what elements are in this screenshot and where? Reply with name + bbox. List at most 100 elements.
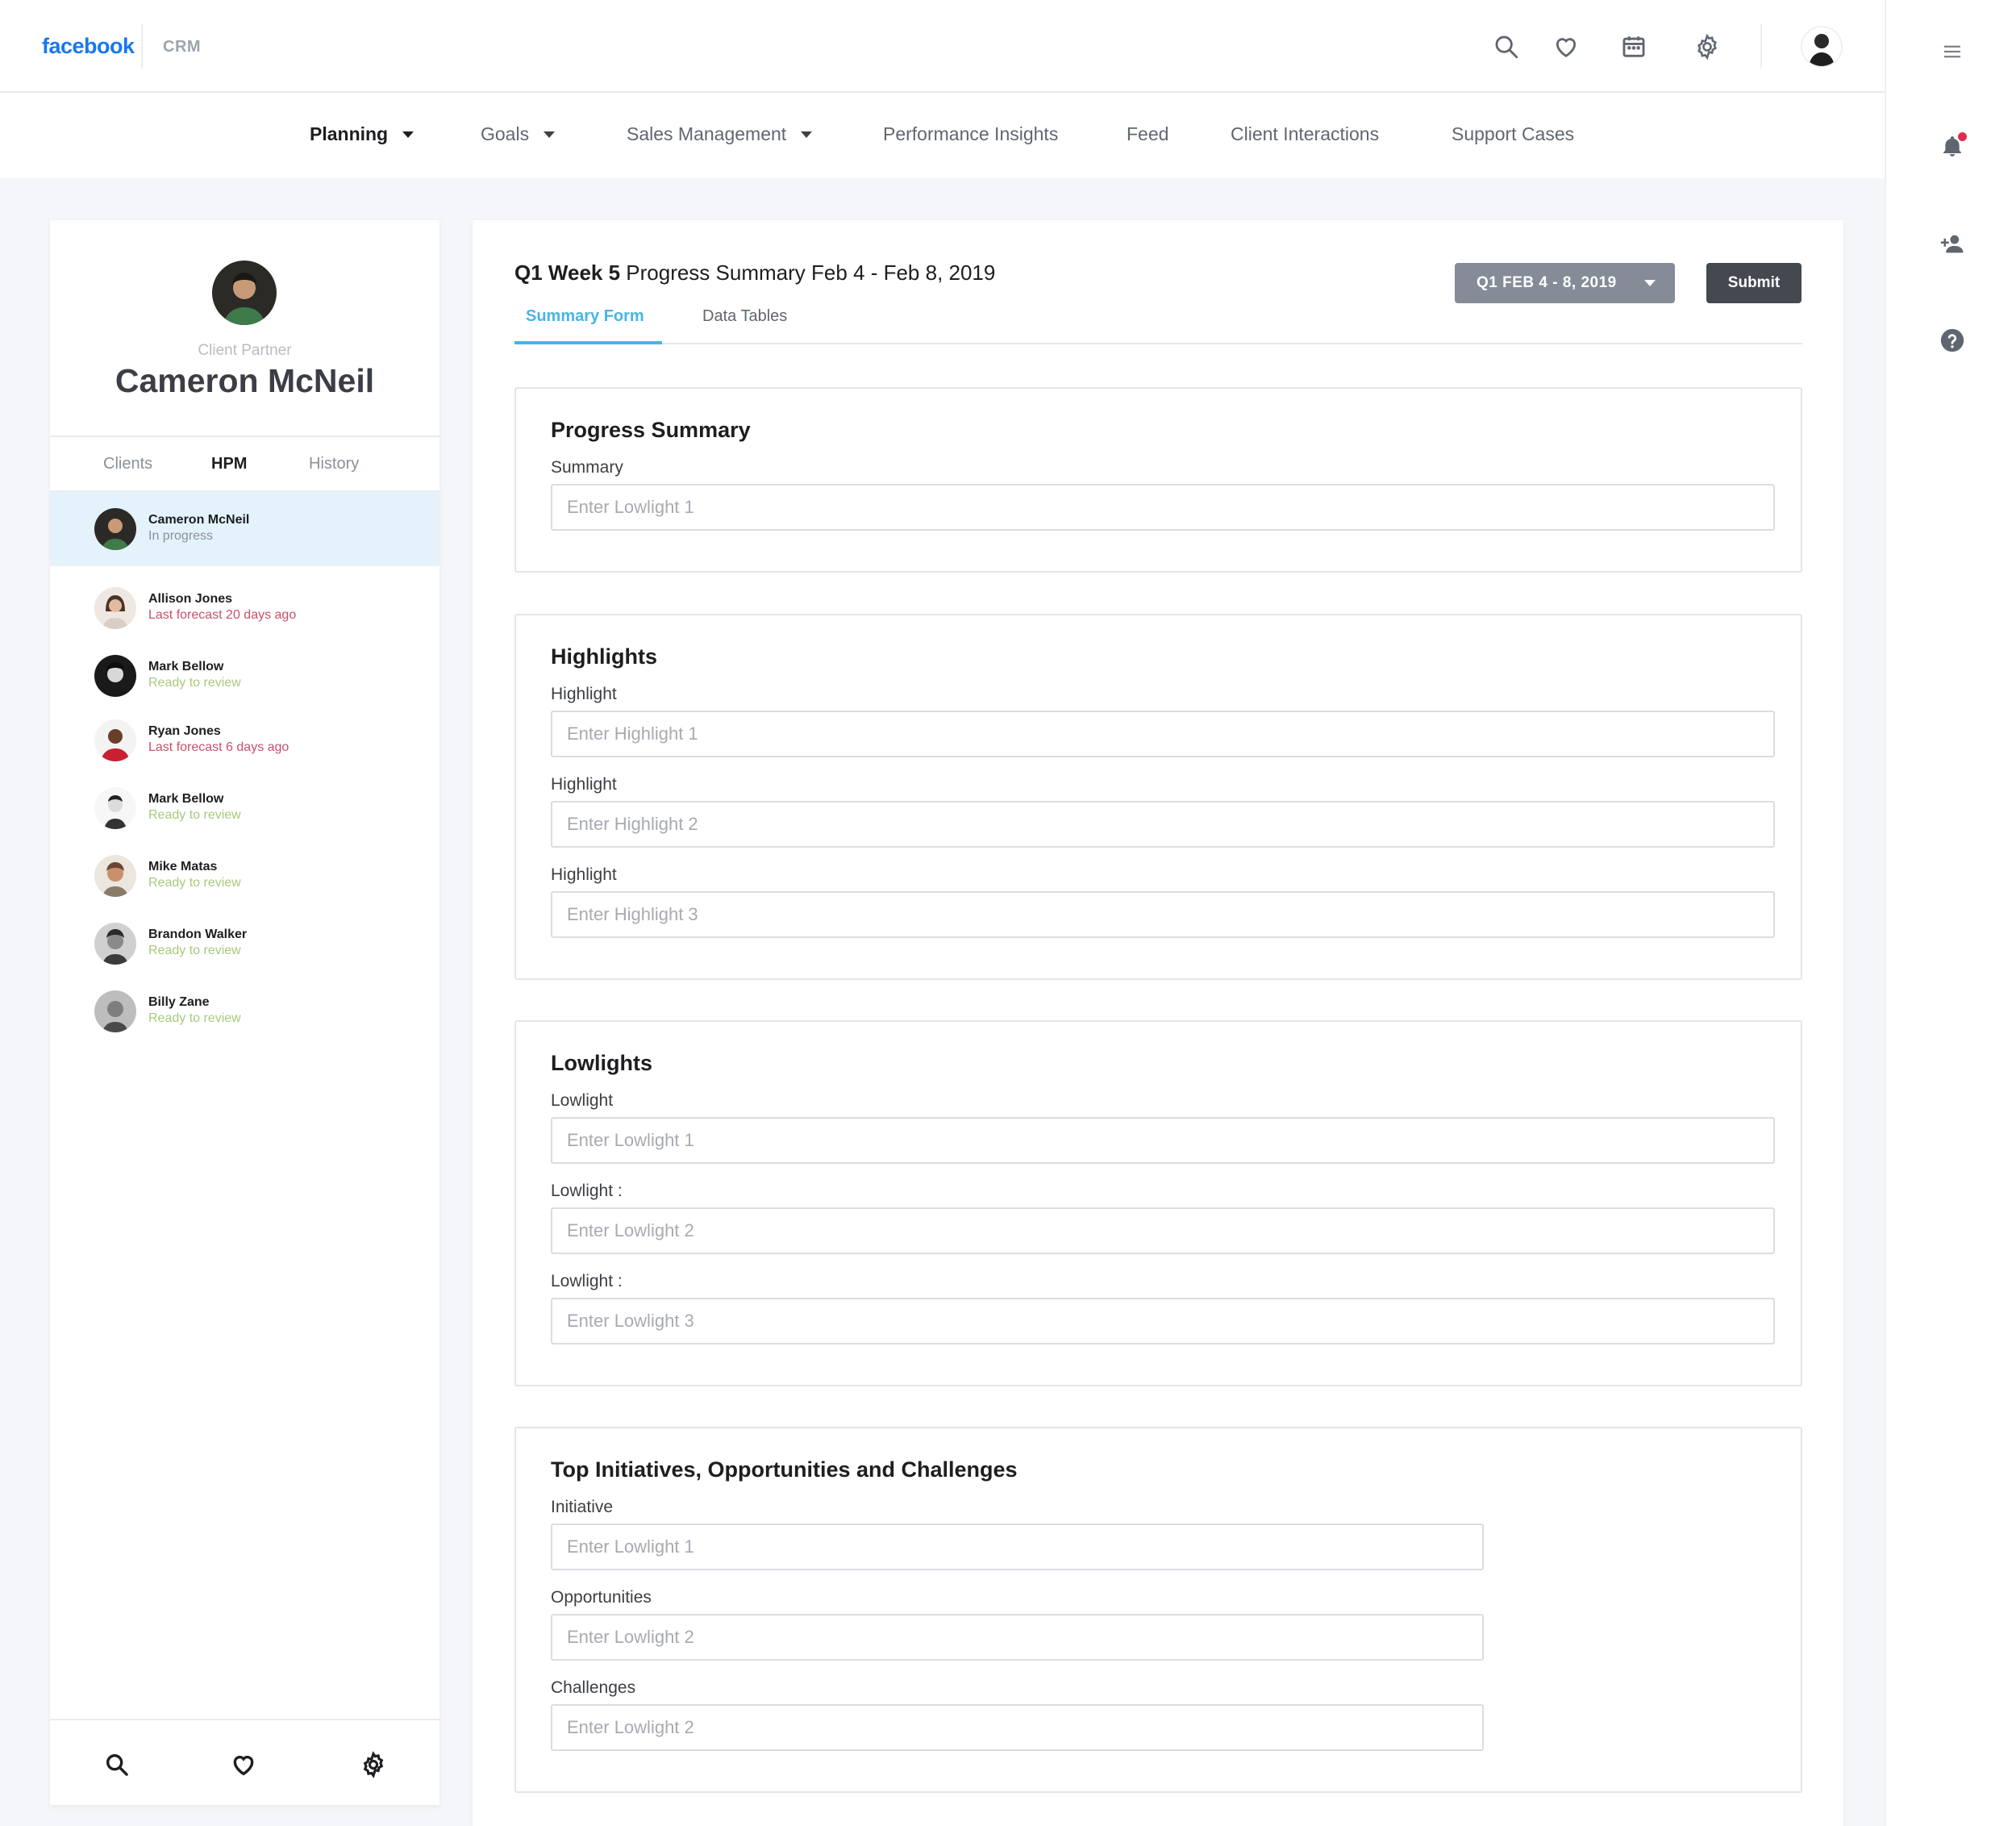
avatar xyxy=(94,855,136,897)
tab-clients[interactable]: Clients xyxy=(103,455,152,473)
header-divider xyxy=(141,24,143,69)
profile-name: Cameron McNeil xyxy=(115,362,375,399)
chevron-down-icon xyxy=(402,131,414,138)
heart-icon[interactable] xyxy=(1550,31,1582,63)
calendar-icon[interactable] xyxy=(1618,31,1650,63)
search-icon[interactable] xyxy=(101,1749,133,1781)
title-week: Q1 Week 5 xyxy=(514,261,621,285)
avatar xyxy=(94,508,136,550)
challenges-input[interactable] xyxy=(551,1704,1484,1751)
person-name: Mark Bellow xyxy=(148,660,224,673)
person-list-item[interactable]: Brandon Walker Ready to review xyxy=(50,907,439,981)
highlight-3-input[interactable] xyxy=(551,891,1775,938)
header-divider xyxy=(1760,24,1762,69)
field-label: Lowlight : xyxy=(551,1182,623,1200)
person-status: Last forecast 6 days ago xyxy=(148,740,289,754)
person-name: Billy Zane xyxy=(148,995,210,1009)
tab-history[interactable]: History xyxy=(309,455,359,473)
person-status: Ready to review xyxy=(148,876,241,890)
nav-sales-management[interactable]: Sales Management xyxy=(627,123,813,145)
lowlight-2-input[interactable] xyxy=(551,1207,1775,1254)
tabs-divider xyxy=(514,343,1802,344)
person-list-item[interactable]: Cameron McNeil In progress xyxy=(50,492,439,566)
nav-client-interactions[interactable]: Client Interactions xyxy=(1231,123,1379,145)
bell-icon[interactable] xyxy=(1935,129,1970,165)
person-list-item[interactable]: Ryan Jones Last forecast 6 days ago xyxy=(50,703,439,778)
tab-summary-form[interactable]: Summary Form xyxy=(526,307,644,326)
help-icon[interactable] xyxy=(1935,323,1970,358)
title-range: Progress Summary Feb 4 - Feb 8, 2019 xyxy=(620,261,996,285)
divider xyxy=(50,1719,439,1720)
avatar xyxy=(94,923,136,965)
chevron-down-icon xyxy=(801,131,813,138)
submit-button[interactable]: Submit xyxy=(1706,263,1801,303)
section-title: Progress Summary xyxy=(551,418,751,442)
chevron-down-icon xyxy=(1644,280,1656,286)
lowlight-3-input[interactable] xyxy=(551,1298,1775,1344)
notification-dot xyxy=(1958,132,1967,141)
tab-data-tables[interactable]: Data Tables xyxy=(702,307,787,326)
nav-feed[interactable]: Feed xyxy=(1127,123,1168,145)
initiatives-section: Top Initiatives, Opportunities and Chall… xyxy=(514,1427,1802,1793)
person-status: Last forecast 20 days ago xyxy=(148,608,297,622)
nav-planning[interactable]: Planning xyxy=(310,123,414,145)
main-nav: Planning Goals Sales Management Performa… xyxy=(0,93,1885,178)
person-name: Brandon Walker xyxy=(148,928,248,941)
field-label: Initiative xyxy=(551,1498,614,1516)
top-header: facebook CRM xyxy=(0,0,1885,93)
avatar xyxy=(94,990,136,1032)
highlight-2-input[interactable] xyxy=(551,801,1775,848)
search-icon[interactable] xyxy=(1490,31,1522,63)
highlight-1-input[interactable] xyxy=(551,711,1775,757)
menu-icon[interactable] xyxy=(1935,34,1970,69)
field-label: Lowlight : xyxy=(551,1272,623,1290)
person-name: Allison Jones xyxy=(148,592,233,606)
chevron-down-icon xyxy=(544,131,556,138)
person-list-item[interactable]: Mark Bellow Ready to review xyxy=(50,639,439,713)
opportunities-input[interactable] xyxy=(551,1614,1484,1661)
nav-label: Goals xyxy=(481,123,530,144)
section-title: Top Initiatives, Opportunities and Chall… xyxy=(551,1457,1018,1482)
app-name: CRM xyxy=(163,38,202,56)
highlights-section: Highlights Highlight Highlight Highlight xyxy=(514,614,1802,980)
summary-input[interactable] xyxy=(551,484,1775,531)
nav-performance-insights[interactable]: Performance Insights xyxy=(883,123,1058,145)
field-label: Lowlight xyxy=(551,1091,614,1110)
person-list-item[interactable]: Mark Bellow Ready to review xyxy=(50,771,439,845)
field-label: Opportunities xyxy=(551,1588,652,1607)
user-avatar[interactable] xyxy=(1801,26,1843,68)
initiative-input[interactable] xyxy=(551,1524,1484,1570)
nav-support-cases[interactable]: Support Cases xyxy=(1452,123,1574,145)
heart-icon[interactable] xyxy=(227,1749,260,1781)
lowlights-section: Lowlights Lowlight Lowlight : Lowlight : xyxy=(514,1020,1802,1386)
avatar xyxy=(94,719,136,761)
person-status: Ready to review xyxy=(148,944,241,957)
nav-goals[interactable]: Goals xyxy=(481,123,556,145)
person-name: Ryan Jones xyxy=(148,724,221,738)
tab-hpm[interactable]: HPM xyxy=(211,455,247,473)
add-person-icon[interactable] xyxy=(1935,226,1970,261)
week-selector-dropdown[interactable]: Q1 FEB 4 - 8, 2019 xyxy=(1455,263,1675,303)
nav-label: Planning xyxy=(310,123,389,144)
active-tab-indicator xyxy=(514,341,662,344)
person-status: Ready to review xyxy=(148,1011,241,1025)
gear-icon[interactable] xyxy=(1691,31,1723,63)
nav-label: Sales Management xyxy=(627,123,787,144)
nav-label: Client Interactions xyxy=(1231,123,1380,144)
person-list-item[interactable]: Allison Jones Last forecast 20 days ago xyxy=(50,571,439,645)
nav-label: Support Cases xyxy=(1452,123,1575,144)
avatar xyxy=(94,787,136,829)
summary-form-panel: Q1 Week 5 Progress Summary Feb 4 - Feb 8… xyxy=(473,220,1843,1826)
gear-icon[interactable] xyxy=(357,1749,389,1781)
person-list-item[interactable]: Billy Zane Ready to review xyxy=(50,974,439,1048)
profile-role: Client Partner xyxy=(198,342,292,359)
field-label: Highlight xyxy=(551,685,617,703)
divider xyxy=(50,436,439,437)
person-list-item[interactable]: Mike Matas Ready to review xyxy=(50,839,439,913)
field-label: Challenges xyxy=(551,1678,636,1697)
facebook-logo[interactable]: facebook xyxy=(42,34,135,59)
person-name: Mark Bellow xyxy=(148,792,224,806)
person-name: Mike Matas xyxy=(148,860,218,873)
profile-sidebar: Client Partner Cameron McNeil Clients HP… xyxy=(50,220,439,1805)
lowlight-1-input[interactable] xyxy=(551,1117,1775,1164)
